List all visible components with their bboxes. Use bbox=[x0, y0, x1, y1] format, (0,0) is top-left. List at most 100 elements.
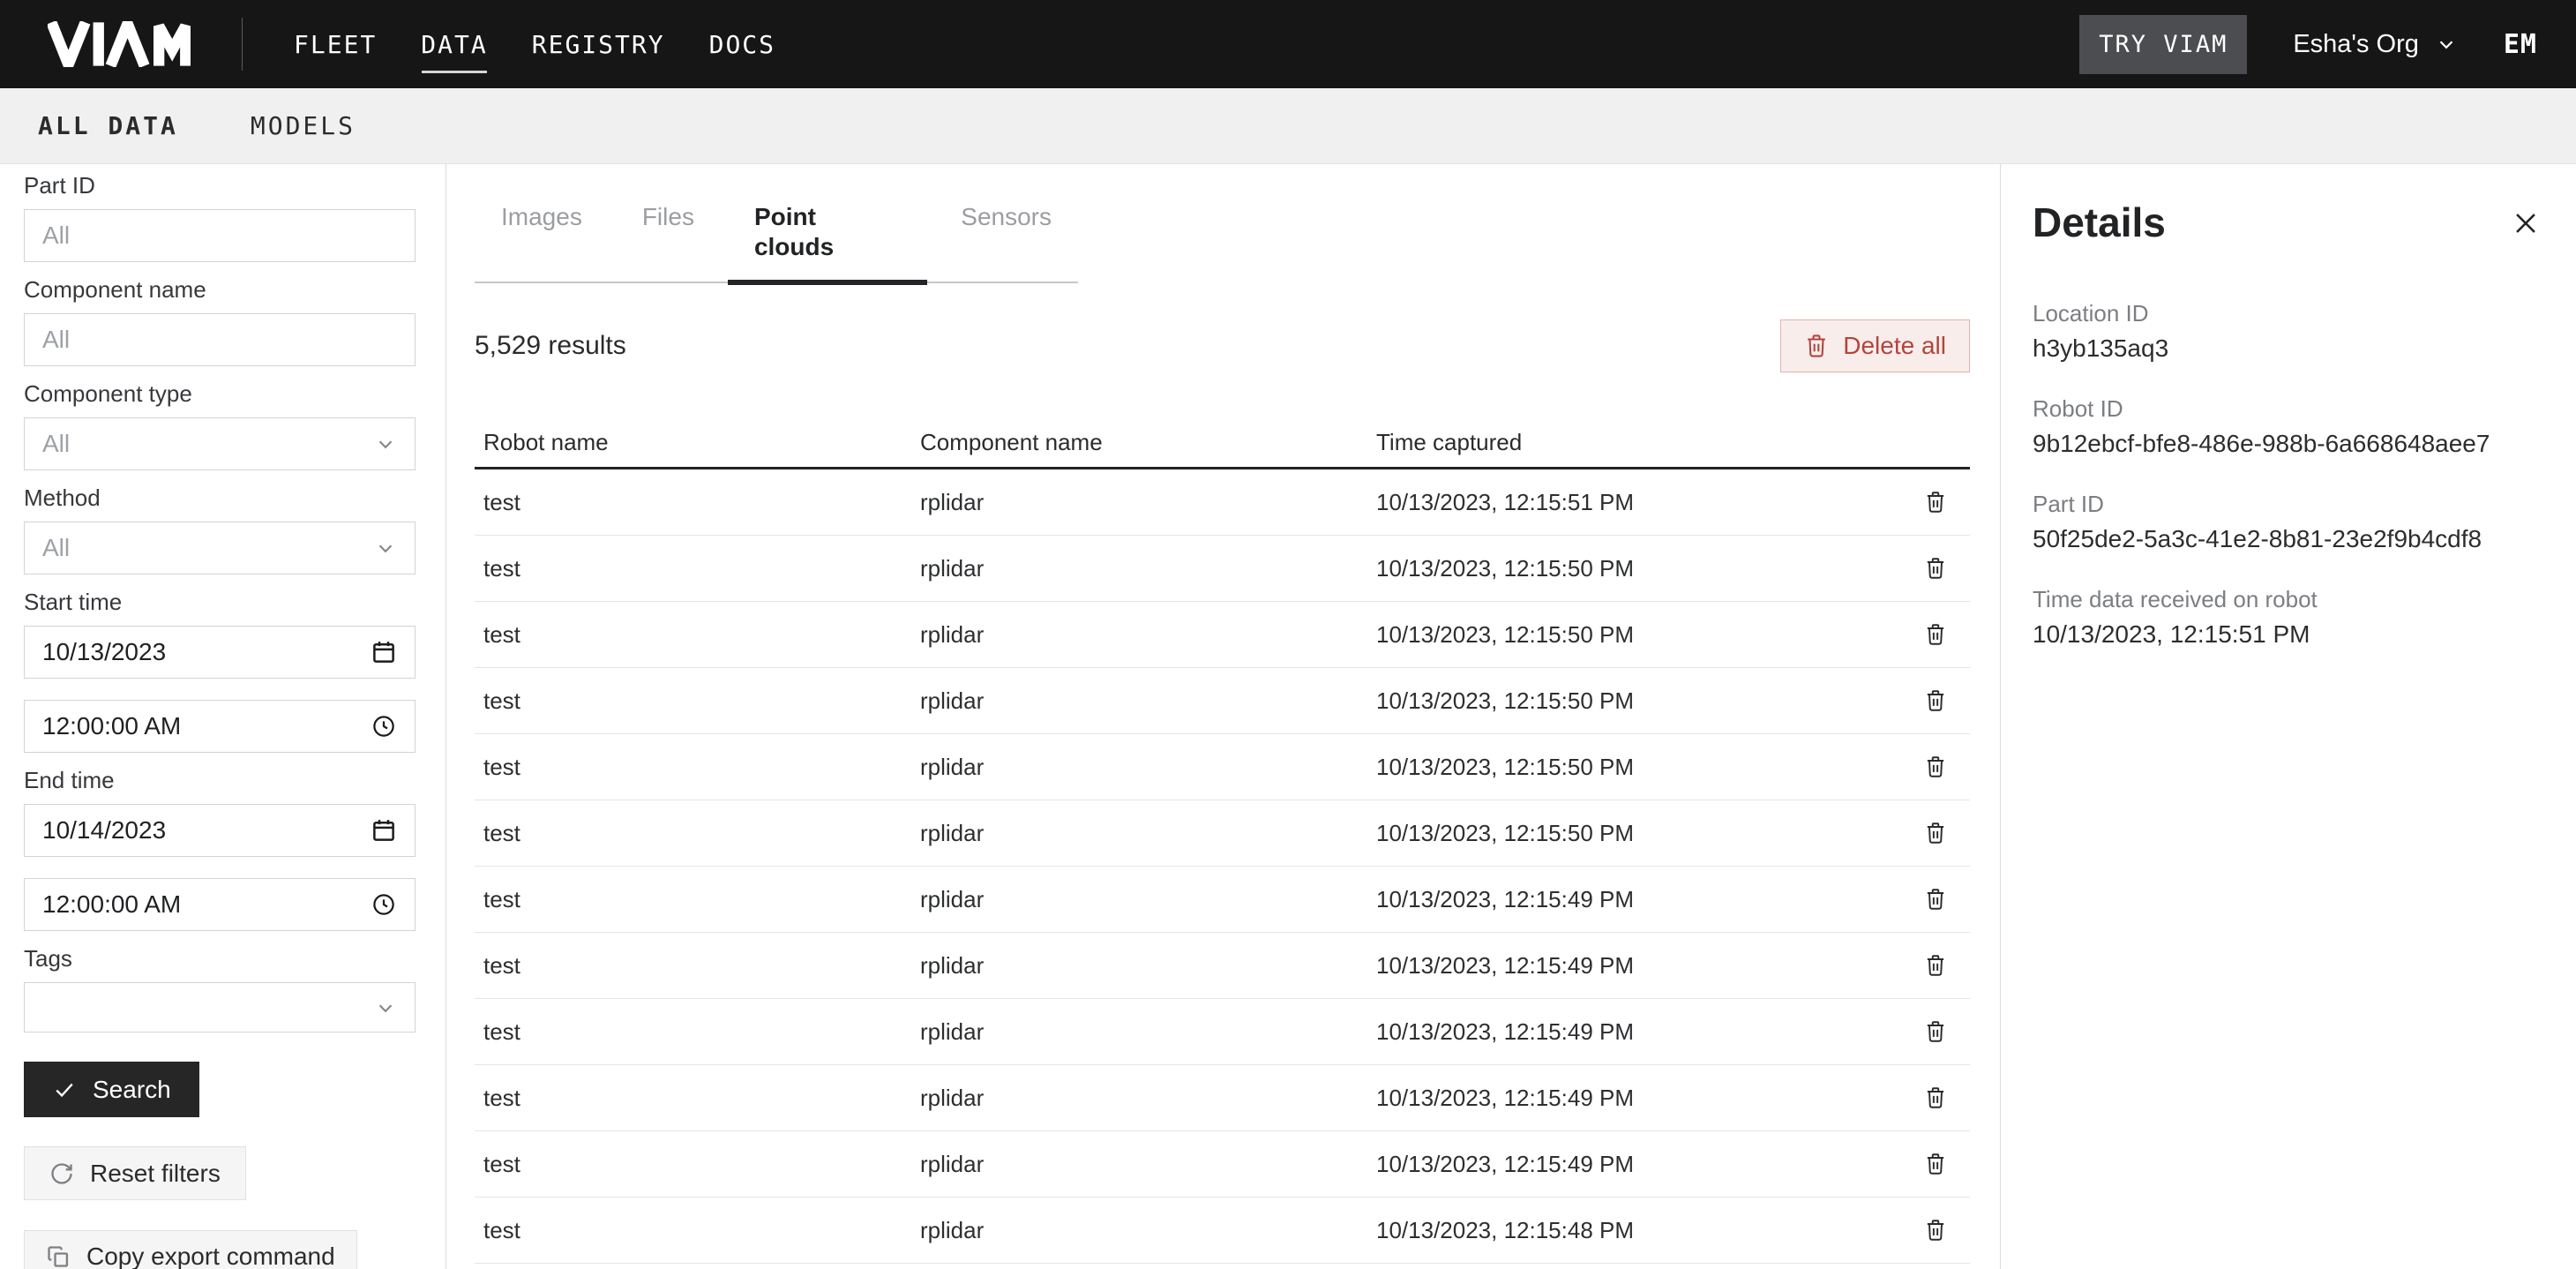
trash-icon bbox=[1924, 821, 1947, 845]
org-switcher[interactable]: Esha's Org bbox=[2293, 30, 2458, 59]
table-row[interactable]: test rplidar 10/13/2023, 12:15:49 PM bbox=[475, 1065, 1970, 1131]
table-row[interactable]: test rplidar 10/13/2023, 12:15:48 PM bbox=[475, 1264, 1970, 1269]
component-name-input[interactable]: All bbox=[24, 313, 416, 366]
delete-row-button[interactable] bbox=[1924, 556, 1947, 581]
subnav-tab[interactable]: MODELS bbox=[251, 111, 356, 140]
reset-filters-button[interactable]: Reset filters bbox=[24, 1146, 246, 1200]
cell-robot-name: test bbox=[475, 621, 920, 649]
table-row[interactable]: test rplidar 10/13/2023, 12:15:49 PM bbox=[475, 867, 1970, 933]
component-type-select[interactable]: All bbox=[24, 417, 416, 470]
end-date-input[interactable]: 10/14/2023 bbox=[24, 804, 416, 857]
calendar-icon bbox=[371, 639, 397, 665]
cell-time-captured: 10/13/2023, 12:15:50 PM bbox=[1376, 555, 1870, 582]
subnav-tab[interactable]: ALL DATA bbox=[38, 111, 178, 140]
cell-robot-name: test bbox=[475, 886, 920, 913]
primary-nav: FLEET DATA REGISTRY DOCS bbox=[294, 30, 775, 59]
delete-row-button[interactable] bbox=[1924, 1085, 1947, 1110]
cell-component-name: rplidar bbox=[920, 555, 1376, 582]
cell-time-captured: 10/13/2023, 12:15:49 PM bbox=[1376, 886, 1870, 913]
delete-row-button[interactable] bbox=[1924, 953, 1947, 978]
table-body: test rplidar 10/13/2023, 12:15:51 PM bbox=[475, 469, 1970, 1269]
method-label: Method bbox=[24, 485, 416, 510]
details-field: Robot ID 9b12ebcf-bfe8-486e-988b-6a66864… bbox=[2033, 395, 2541, 459]
data-type-tab[interactable]: Images bbox=[475, 197, 609, 282]
table-row[interactable]: test rplidar 10/13/2023, 12:15:48 PM bbox=[475, 1198, 1970, 1264]
cell-component-name: rplidar bbox=[920, 754, 1376, 781]
data-type-tab[interactable]: Sensors bbox=[934, 197, 1078, 282]
part-id-label: Part ID bbox=[24, 173, 416, 198]
trash-icon bbox=[1924, 755, 1947, 779]
table-row[interactable]: test rplidar 10/13/2023, 12:15:50 PM bbox=[475, 734, 1970, 800]
table-row[interactable]: test rplidar 10/13/2023, 12:15:50 PM bbox=[475, 602, 1970, 668]
trash-icon bbox=[1924, 1218, 1947, 1243]
filters-sidebar: Part ID All Component name All Component… bbox=[0, 164, 446, 1269]
col-header-component-name: Component name bbox=[920, 429, 1376, 456]
table-row[interactable]: test rplidar 10/13/2023, 12:15:50 PM bbox=[475, 668, 1970, 734]
copy-export-command-label: Copy export command bbox=[86, 1243, 335, 1269]
trash-icon bbox=[1924, 1019, 1947, 1044]
copy-export-command-button[interactable]: Copy export command bbox=[24, 1230, 357, 1269]
delete-row-button[interactable] bbox=[1924, 1019, 1947, 1044]
table-row[interactable]: test rplidar 10/13/2023, 12:15:50 PM bbox=[475, 800, 1970, 867]
nav-divider bbox=[242, 18, 243, 71]
cell-robot-name: test bbox=[475, 555, 920, 582]
end-time-input[interactable]: 12:00:00 AM bbox=[24, 878, 416, 931]
delete-row-button[interactable] bbox=[1924, 490, 1947, 514]
method-select[interactable]: All bbox=[24, 522, 416, 574]
start-date-input[interactable]: 10/13/2023 bbox=[24, 626, 416, 679]
component-type-label: Component type bbox=[24, 381, 416, 406]
data-main: Images Files Point clouds Sensors 5,529 … bbox=[446, 164, 2000, 1269]
try-viam-button[interactable]: TRY VIAM bbox=[2079, 15, 2247, 74]
trash-icon bbox=[1924, 490, 1947, 514]
end-time-value: 12:00:00 AM bbox=[42, 890, 181, 919]
part-id-input[interactable]: All bbox=[24, 209, 416, 262]
nav-item[interactable]: DATA bbox=[421, 30, 487, 59]
details-field: Part ID 50f25de2-5a3c-41e2-8b81-23e2f9b4… bbox=[2033, 491, 2541, 554]
delete-row-button[interactable] bbox=[1924, 1152, 1947, 1176]
details-panel: Details Location ID h3yb135aq3 Robot ID … bbox=[2000, 164, 2576, 1269]
cell-robot-name: test bbox=[475, 754, 920, 781]
table-row[interactable]: test rplidar 10/13/2023, 12:15:51 PM bbox=[475, 469, 1970, 536]
chevron-down-icon bbox=[2435, 33, 2458, 56]
search-button[interactable]: Search bbox=[24, 1062, 199, 1117]
delete-row-button[interactable] bbox=[1924, 1218, 1947, 1243]
close-icon[interactable] bbox=[2511, 208, 2541, 238]
data-type-tab[interactable]: Point clouds bbox=[728, 197, 927, 282]
nav-item[interactable]: REGISTRY bbox=[532, 30, 665, 59]
cell-robot-name: test bbox=[475, 687, 920, 715]
cell-time-captured: 10/13/2023, 12:15:50 PM bbox=[1376, 687, 1870, 715]
trash-icon bbox=[1924, 688, 1947, 713]
data-type-tab[interactable]: Files bbox=[616, 197, 721, 282]
cell-robot-name: test bbox=[475, 1151, 920, 1178]
table-row[interactable]: test rplidar 10/13/2023, 12:15:49 PM bbox=[475, 1131, 1970, 1198]
table-row[interactable]: test rplidar 10/13/2023, 12:15:50 PM bbox=[475, 536, 1970, 602]
clock-icon bbox=[371, 713, 397, 740]
delete-row-button[interactable] bbox=[1924, 755, 1947, 779]
start-time-input[interactable]: 12:00:00 AM bbox=[24, 700, 416, 753]
table-row[interactable]: test rplidar 10/13/2023, 12:15:49 PM bbox=[475, 999, 1970, 1065]
nav-item[interactable]: DOCS bbox=[709, 30, 775, 59]
method-value: All bbox=[42, 534, 70, 562]
viam-logo[interactable] bbox=[48, 21, 191, 67]
end-date-value: 10/14/2023 bbox=[42, 816, 166, 845]
cell-component-name: rplidar bbox=[920, 489, 1376, 516]
delete-row-button[interactable] bbox=[1924, 821, 1947, 845]
trash-icon bbox=[1924, 887, 1947, 912]
cell-component-name: rplidar bbox=[920, 886, 1376, 913]
user-initials-avatar[interactable]: EM bbox=[2504, 29, 2537, 60]
nav-item[interactable]: FLEET bbox=[294, 30, 377, 59]
cell-component-name: rplidar bbox=[920, 1018, 1376, 1046]
start-time-label: Start time bbox=[24, 589, 416, 614]
cell-time-captured: 10/13/2023, 12:15:49 PM bbox=[1376, 1018, 1870, 1046]
delete-row-button[interactable] bbox=[1924, 622, 1947, 647]
tags-select[interactable] bbox=[24, 982, 416, 1032]
table-row[interactable]: test rplidar 10/13/2023, 12:15:49 PM bbox=[475, 933, 1970, 999]
cell-time-captured: 10/13/2023, 12:15:50 PM bbox=[1376, 621, 1870, 649]
delete-row-button[interactable] bbox=[1924, 887, 1947, 912]
details-field-value: 9b12ebcf-bfe8-486e-988b-6a668648aee7 bbox=[2033, 429, 2541, 459]
delete-all-button[interactable]: Delete all bbox=[1780, 319, 1970, 372]
delete-row-button[interactable] bbox=[1924, 688, 1947, 713]
details-field-value: 10/13/2023, 12:15:51 PM bbox=[2033, 619, 2541, 650]
details-field-label: Location ID bbox=[2033, 300, 2541, 327]
reset-filters-label: Reset filters bbox=[90, 1160, 221, 1188]
